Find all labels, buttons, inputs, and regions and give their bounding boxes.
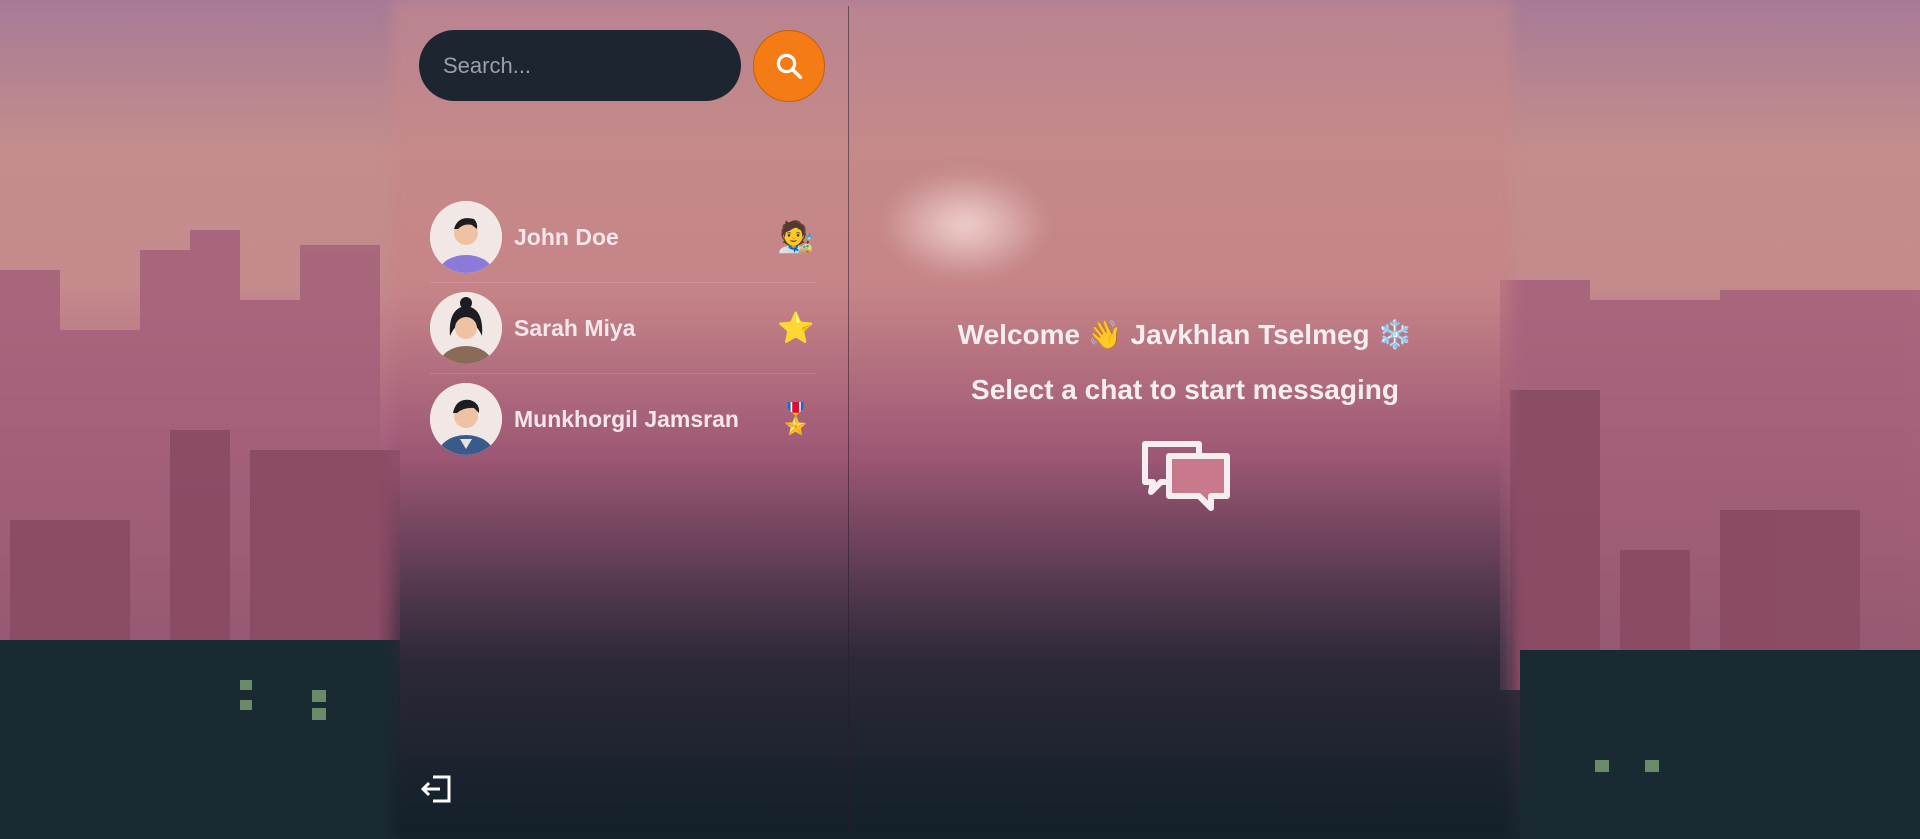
sidebar-divider: [848, 6, 849, 833]
contact-item[interactable]: Sarah Miya ⭐: [430, 283, 816, 374]
contact-emoji: 🎖️: [777, 402, 815, 436]
logout-button[interactable]: [420, 772, 454, 806]
contact-list: John Doe 🧑‍🎨 Sarah Miya ⭐ Munkho: [430, 192, 816, 464]
avatar: [430, 201, 502, 273]
contact-item[interactable]: John Doe 🧑‍🎨: [430, 192, 816, 283]
avatar: [430, 292, 502, 364]
contact-name: Sarah Miya: [514, 314, 636, 341]
search-button[interactable]: [753, 30, 825, 102]
light-glow: [880, 170, 1050, 280]
contact-emoji: ⭐: [777, 311, 815, 345]
welcome-greeting: Welcome 👋 Javkhlan Tselmeg ❄️: [957, 319, 1413, 350]
contact-item[interactable]: Munkhorgil Jamsran 🎖️: [430, 374, 816, 464]
contact-emoji: 🧑‍🎨: [777, 220, 815, 254]
search-input[interactable]: [419, 30, 741, 101]
welcome-subtitle: Select a chat to start messaging: [971, 374, 1399, 405]
logout-icon: [421, 775, 451, 803]
contact-name: Munkhorgil Jamsran: [514, 405, 739, 432]
avatar: [430, 383, 502, 455]
chat-bubbles-icon: [1142, 441, 1230, 511]
contact-name: John Doe: [514, 223, 619, 250]
search-icon: [776, 53, 802, 79]
